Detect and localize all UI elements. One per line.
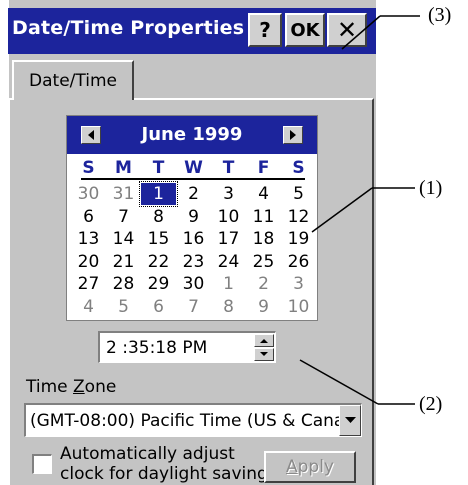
callout-3: (3): [428, 4, 452, 26]
tab-date-time[interactable]: Date/Time: [12, 60, 134, 100]
callout-1: (1): [419, 177, 443, 199]
callout-2: (2): [419, 393, 443, 415]
